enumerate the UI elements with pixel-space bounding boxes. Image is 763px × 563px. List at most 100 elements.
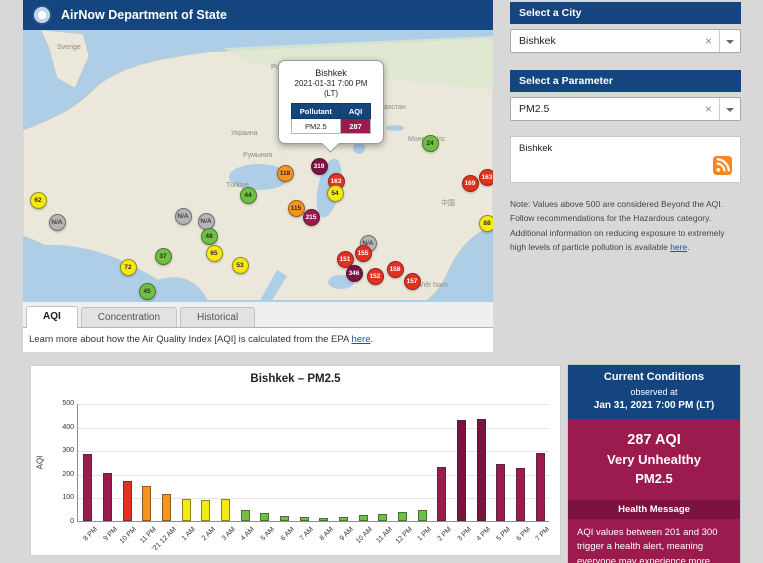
- map-aqi-marker[interactable]: 346: [346, 265, 363, 282]
- epa-link[interactable]: here: [351, 334, 370, 345]
- x-axis-label: 8 PM: [82, 526, 99, 543]
- map-aqi-marker[interactable]: N/A: [175, 208, 192, 225]
- chart-bar: [260, 513, 269, 521]
- popup-table: Pollutant AQI PM2.5 287: [291, 103, 371, 134]
- map-basemap: [23, 30, 493, 300]
- health-message-header: Health Message: [568, 500, 740, 519]
- map-aqi-marker[interactable]: 319: [311, 158, 328, 175]
- app-header: AirNow Department of State: [23, 0, 493, 30]
- y-tick-label: 500: [46, 400, 74, 407]
- y-tick-label: 100: [46, 494, 74, 501]
- map-aqi-marker[interactable]: 118: [277, 165, 294, 182]
- x-axis-label: 9 AM: [338, 526, 354, 542]
- map-aqi-marker[interactable]: 37: [155, 248, 172, 265]
- chart-bar: [280, 516, 289, 521]
- chart-bar: [83, 454, 92, 521]
- x-axis-label: 9 PM: [102, 526, 119, 543]
- map-aqi-marker[interactable]: 158: [387, 261, 404, 278]
- chart-bar: [359, 515, 368, 521]
- rss-feed-box: Bishkek: [510, 136, 741, 183]
- chart-bar: [221, 499, 230, 521]
- note-body: Note: Values above 500 are considered Be…: [510, 199, 725, 252]
- map-aqi-marker[interactable]: 152: [367, 268, 384, 285]
- current-conditions-header: Current Conditions observed at Jan 31, 2…: [568, 365, 740, 419]
- chart-bar: [339, 517, 348, 521]
- map-aqi-marker[interactable]: 45: [139, 283, 156, 300]
- popup-col-pollutant: Pollutant: [291, 104, 340, 119]
- learn-more-prefix: Learn more about how the Air Quality Ind…: [29, 334, 351, 345]
- chart-bar: [516, 468, 525, 521]
- current-aqi-category: Very Unhealthy: [574, 452, 734, 467]
- learn-more-suffix: .: [370, 334, 373, 345]
- chart-plot-area: 01002003004005008 PM9 PM10 PM11 PM'21 12…: [77, 404, 549, 522]
- aqi-map[interactable]: SverigeРоссияУкраинаРумынияTürkiyeКазахс…: [23, 30, 493, 302]
- x-axis-label: 11 PM: [139, 526, 158, 545]
- parameter-select[interactable]: PM2.5 ×: [510, 97, 741, 121]
- map-aqi-marker[interactable]: 48: [201, 228, 218, 245]
- city-dropdown-caret[interactable]: [719, 30, 740, 52]
- map-aqi-marker[interactable]: 72: [120, 259, 137, 276]
- x-axis-label: 6 AM: [279, 526, 295, 542]
- x-axis-label: 7 AM: [299, 526, 315, 542]
- current-aqi-value: 287 AQI: [574, 432, 734, 448]
- chart-bar: [418, 510, 427, 521]
- note-here-link[interactable]: here: [670, 242, 687, 252]
- x-axis-label: 6 PM: [515, 526, 532, 543]
- gridline: [78, 404, 549, 405]
- map-aqi-marker[interactable]: N/A: [198, 213, 215, 230]
- health-message-body: AQI values between 201 and 300 trigger a…: [568, 519, 740, 563]
- feed-city-label: Bishkek: [519, 143, 552, 154]
- y-tick-label: 300: [46, 447, 74, 454]
- x-axis-label: 11 AM: [375, 526, 394, 545]
- chart-bar: [477, 419, 486, 521]
- x-axis-label: 10 PM: [119, 526, 138, 545]
- map-aqi-marker[interactable]: 53: [232, 257, 249, 274]
- x-axis-label: 1 PM: [417, 526, 434, 543]
- map-aqi-marker[interactable]: N/A: [49, 214, 66, 231]
- tab-aqi[interactable]: AQI: [26, 306, 78, 328]
- map-aqi-marker[interactable]: 44: [240, 187, 257, 204]
- tab-historical[interactable]: Historical: [180, 307, 255, 327]
- map-aqi-marker[interactable]: 169: [462, 175, 479, 192]
- y-tick-label: 400: [46, 424, 74, 431]
- aqi-bar-chart: Bishkek – PM2.5 AQI 01002003004005008 PM…: [30, 365, 561, 556]
- chart-bar: [496, 464, 505, 521]
- x-axis-label: 10 AM: [355, 526, 374, 545]
- y-tick-label: 200: [46, 471, 74, 478]
- popup-aqi-cell: 287: [340, 119, 370, 134]
- map-aqi-marker[interactable]: 157: [404, 273, 421, 290]
- chart-bar: [536, 453, 545, 521]
- chart-bar: [103, 473, 112, 521]
- x-axis-label: 2 PM: [436, 526, 453, 543]
- map-aqi-marker[interactable]: 155: [355, 245, 372, 262]
- parameter-select-value: PM2.5: [519, 103, 698, 115]
- map-aqi-marker[interactable]: 163: [479, 169, 494, 186]
- map-aqi-marker[interactable]: 62: [30, 192, 47, 209]
- popup-city: Bishkek: [284, 68, 378, 78]
- map-aqi-marker[interactable]: 24: [422, 135, 439, 152]
- map-aqi-marker[interactable]: 65: [206, 245, 223, 262]
- clear-parameter-icon[interactable]: ×: [698, 102, 719, 116]
- observed-datetime: Jan 31, 2021 7:00 PM (LT): [572, 400, 736, 411]
- select-parameter-header: Select a Parameter: [510, 70, 741, 92]
- map-aqi-marker[interactable]: 215: [303, 209, 320, 226]
- map-aqi-marker[interactable]: 115: [288, 200, 305, 217]
- map-aqi-marker[interactable]: 54: [327, 185, 344, 202]
- chart-bar: [378, 514, 387, 521]
- map-aqi-marker[interactable]: 88: [479, 215, 494, 232]
- tab-concentration[interactable]: Concentration: [81, 307, 177, 327]
- current-conditions-title: Current Conditions: [572, 371, 736, 383]
- chart-title: Bishkek – PM2.5: [31, 366, 560, 385]
- clear-city-icon[interactable]: ×: [698, 34, 719, 48]
- current-aqi-panel: 287 AQI Very Unhealthy PM2.5: [568, 419, 740, 500]
- dos-seal-icon: [32, 5, 52, 25]
- map-popup: Bishkek 2021-01-31 7:00 PM (LT) Pollutan…: [278, 60, 384, 144]
- rss-icon[interactable]: [713, 156, 732, 175]
- parameter-dropdown-caret[interactable]: [719, 98, 740, 120]
- x-axis-label: 4 AM: [240, 526, 256, 542]
- chart-bar: [123, 481, 132, 521]
- chevron-down-icon: [726, 40, 734, 48]
- x-axis-label: 3 PM: [456, 526, 473, 543]
- x-axis-label: 5 PM: [495, 526, 512, 543]
- city-select[interactable]: Bishkek ×: [510, 29, 741, 53]
